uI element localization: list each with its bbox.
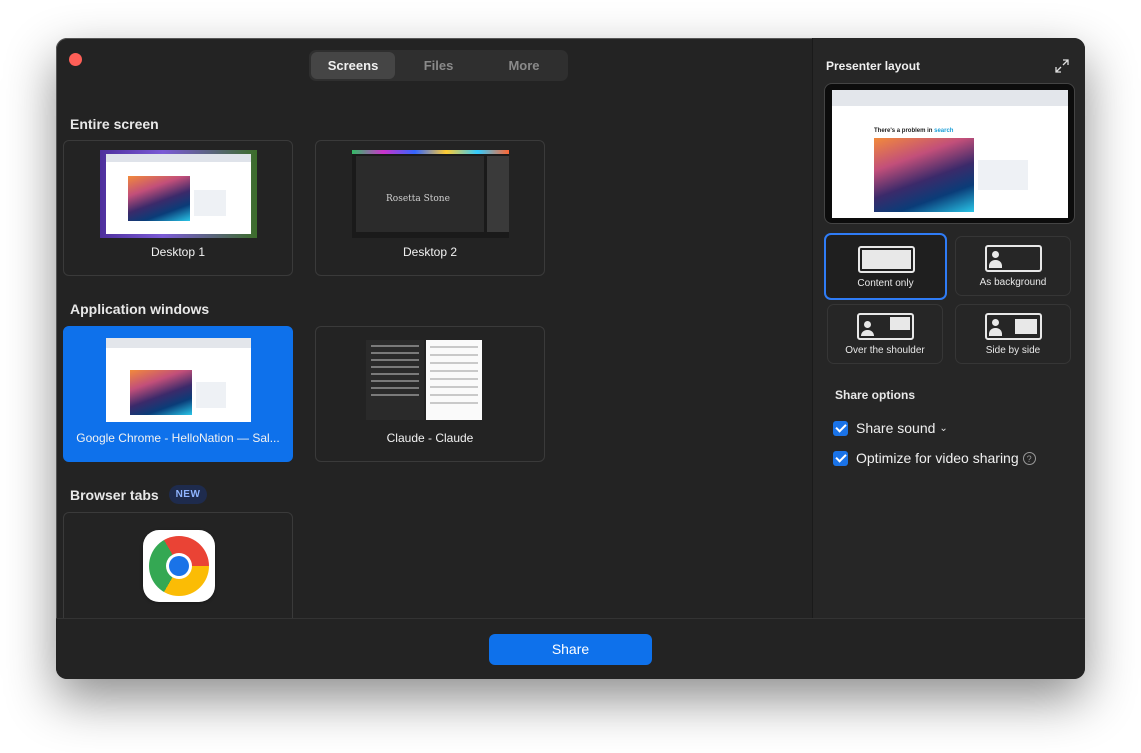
app-window-label: Claude - Claude <box>386 431 474 445</box>
layout-label: As background <box>979 277 1047 288</box>
desktop-1-thumbnail <box>100 150 257 238</box>
optimize-video-option[interactable]: Optimize for video sharing ? <box>833 449 1036 467</box>
tab-files[interactable]: Files <box>395 52 482 79</box>
layout-over-the-shoulder[interactable]: Over the shoulder <box>827 304 943 364</box>
source-tabs: Screens Files More <box>309 50 568 81</box>
screen-card-desktop-2[interactable]: Rosetta Stone Desktop 2 <box>315 140 545 276</box>
share-source-pane: Screens Files More Entire screen Desktop… <box>56 38 812 632</box>
expand-icon[interactable] <box>1054 58 1070 74</box>
browser-tabs-card-chrome[interactable] <box>63 512 293 632</box>
screen-card-desktop-1[interactable]: Desktop 1 <box>63 140 293 276</box>
tab-screens[interactable]: Screens <box>311 52 395 79</box>
screen-label: Desktop 1 <box>150 245 206 259</box>
optimize-video-checkbox[interactable] <box>833 450 848 466</box>
new-badge: NEW <box>169 485 207 504</box>
optimize-video-label: Optimize for video sharing <box>856 450 1019 466</box>
chevron-down-icon[interactable]: ⌄ <box>939 423 947 434</box>
app-window-card-chrome[interactable]: Google Chrome - HelloNation — Sal... <box>63 326 293 462</box>
application-windows-heading: Application windows <box>70 301 210 317</box>
browser-tabs-heading: Browser tabs <box>70 487 159 503</box>
tab-more[interactable]: More <box>482 52 566 79</box>
help-icon[interactable]: ? <box>1022 451 1036 465</box>
share-options-title: Share options <box>835 388 916 402</box>
share-sound-option[interactable]: Share sound ⌄ <box>833 419 948 437</box>
footer-bar: Share <box>56 618 1085 679</box>
share-button[interactable]: Share <box>489 634 652 665</box>
chrome-window-thumbnail <box>100 336 257 424</box>
layout-label: Content only <box>857 278 914 289</box>
share-sound-checkbox[interactable] <box>833 420 848 436</box>
preview-headline: There's a problem in search <box>874 128 954 134</box>
screen-label: Desktop 2 <box>402 245 458 259</box>
desktop-2-thumbnail: Rosetta Stone <box>352 150 509 238</box>
presenter-layout-title: Presenter layout <box>826 59 921 73</box>
app-window-card-claude[interactable]: Claude - Claude <box>315 326 545 462</box>
entire-screen-heading: Entire screen <box>70 116 159 132</box>
share-sound-label: Share sound <box>856 420 936 436</box>
presenter-preview: There's a problem in search <box>824 83 1075 224</box>
share-screen-window: Screens Files More Entire screen Desktop… <box>56 38 1085 679</box>
app-window-label: Google Chrome - HelloNation — Sal... <box>76 431 280 445</box>
layout-label: Over the shoulder <box>845 345 925 356</box>
presenter-pane: Presenter layout There's a problem in se… <box>812 38 1085 618</box>
over-the-shoulder-icon <box>857 313 914 340</box>
layout-as-background[interactable]: As background <box>955 236 1071 296</box>
content-only-icon <box>858 246 915 273</box>
side-by-side-icon <box>985 313 1042 340</box>
layout-side-by-side[interactable]: Side by side <box>955 304 1071 364</box>
layout-label: Side by side <box>985 345 1041 356</box>
desktop-2-thumb-text: Rosetta Stone <box>386 194 450 204</box>
claude-window-thumbnail <box>352 336 509 424</box>
layout-content-only[interactable]: Content only <box>824 233 947 300</box>
as-background-icon <box>985 245 1042 272</box>
chrome-icon <box>143 530 215 602</box>
